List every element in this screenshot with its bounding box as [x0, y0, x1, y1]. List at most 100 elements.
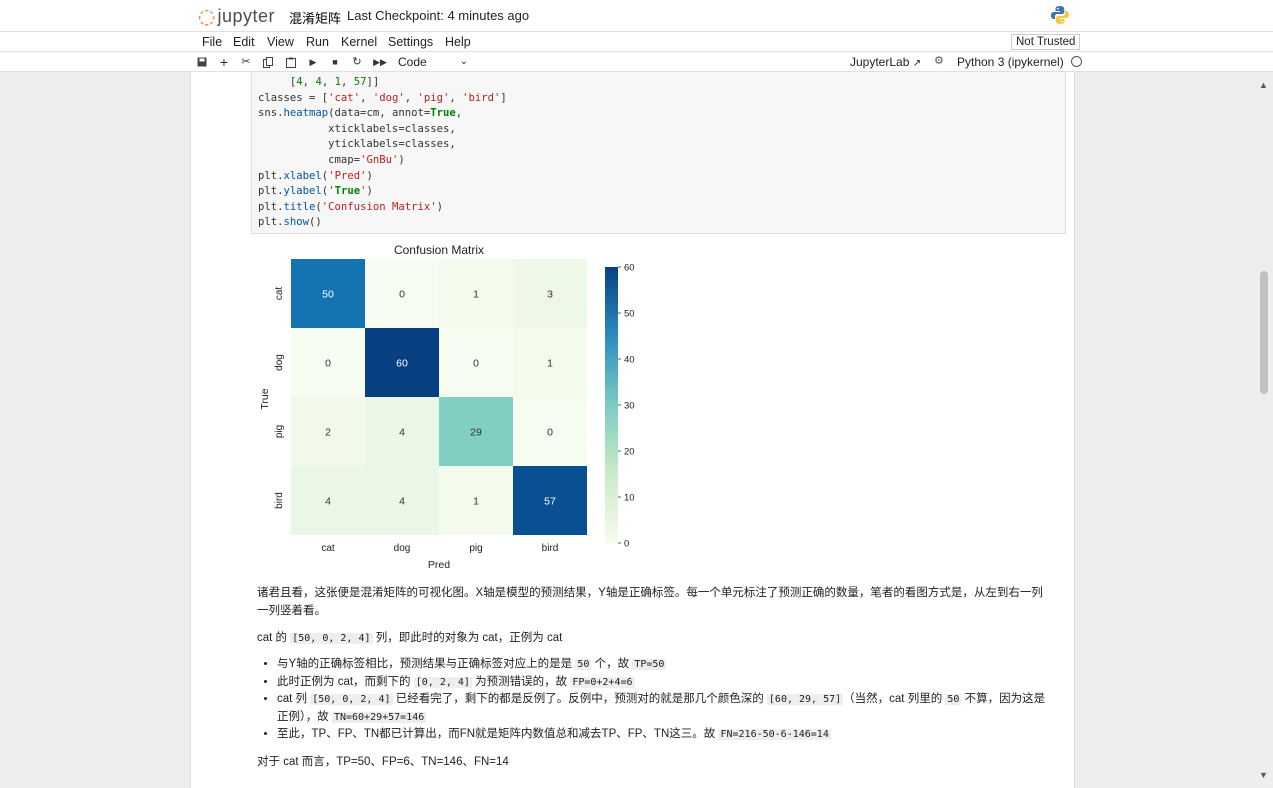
kernel-idle-icon — [1071, 56, 1082, 67]
jupyter-logo[interactable]: ◌ jupyter — [198, 4, 275, 28]
logo-text: jupyter — [217, 5, 275, 26]
menu-file[interactable]: File — [202, 35, 222, 49]
inline-code: TP=50 — [632, 659, 667, 670]
jupyter-logo-icon: ◌ — [198, 4, 216, 28]
cut-icon[interactable]: ✂ — [238, 54, 254, 70]
x-tick-label: bird — [542, 543, 559, 554]
inline-code: 50 — [575, 659, 592, 670]
cell-annotation: 4 — [399, 427, 405, 439]
list-item: 此时正例为 cat，而剩下的 [0, 2, 4] 为预测错误的，故 FP=0+2… — [277, 674, 1047, 692]
menu-kernel[interactable]: Kernel — [341, 35, 377, 49]
restart-icon[interactable]: ↻ — [349, 54, 365, 70]
scrollbar-thumb[interactable] — [1260, 271, 1268, 394]
menu-run[interactable]: Run — [306, 35, 329, 49]
inline-code: FP=0+2+4=6 — [570, 676, 635, 688]
chevron-down-icon: ⌄ — [459, 56, 468, 67]
inline-code: TN=60+29+57=146 — [331, 711, 427, 723]
text-span: cat 的 — [257, 632, 291, 644]
colorbar-ticks: 0 10 20 30 40 50 60 — [618, 263, 635, 550]
cell-type-select[interactable]: Code ⌄ — [398, 54, 470, 70]
text-span: （当然，cat 列里的 — [843, 693, 946, 705]
x-tick-label: cat — [321, 543, 335, 554]
cell-annotation: 4 — [325, 496, 331, 508]
menu-help[interactable]: Help — [445, 35, 471, 49]
menu-settings[interactable]: Settings — [388, 35, 433, 49]
colorbar — [605, 267, 618, 543]
colorbar-tick-label: 10 — [624, 493, 635, 504]
heatmap-cells: 50 0 1 3 0 60 0 1 2 4 29 0 4 4 1 57 — [291, 259, 587, 535]
x-axis-label: Pred — [428, 559, 450, 571]
summary-line: 对于 cat 而言，TP=50、FP=6、TN=146、FN=14 — [257, 755, 509, 768]
kernel-name[interactable]: Python 3 (ipykernel) — [957, 55, 1064, 69]
inline-code: [50, 0, 2, 4] — [310, 694, 393, 705]
code-cell[interactable]: [4, 4, 1, 57]] classes = ['cat', 'dog', … — [251, 72, 1066, 234]
cell-type-value: Code — [398, 55, 427, 69]
y-tick-label: bird — [274, 492, 285, 509]
y-tick-label: cat — [274, 287, 285, 301]
markdown-cell[interactable]: 诸君且看，这张便是混淆矩阵的可视化图。X轴是模型的预测结果，Y轴是正确标签。每一… — [257, 584, 1047, 771]
x-tick-label: dog — [394, 543, 411, 554]
colorbar-tick-label: 60 — [624, 263, 635, 274]
cell-annotation: 1 — [547, 358, 553, 370]
run-icon[interactable]: ▶ — [305, 54, 321, 70]
cell-annotation: 4 — [399, 496, 405, 508]
copy-icon[interactable] — [260, 54, 276, 70]
scroll-up-arrow-icon[interactable]: ▲ — [1259, 80, 1268, 90]
notebook-panel: [4, 4, 1, 57]] classes = ['cat', 'dog', … — [190, 72, 1075, 788]
open-jupyterlab-link[interactable]: JupyterLab ↗ — [850, 55, 921, 69]
intro-paragraph: 诸君且看，这张便是混淆矩阵的可视化图。X轴是模型的预测结果，Y轴是正确标签。每一… — [257, 587, 1043, 617]
text-span: 此时正例为 cat，而剩下的 — [277, 675, 414, 688]
python-logo-icon — [1051, 6, 1069, 24]
x-tick-label: pig — [469, 543, 482, 554]
checkpoint-status: Last Checkpoint: 4 minutes ago — [347, 8, 530, 23]
inline-code: FN=216-50-6-146=14 — [718, 729, 831, 740]
text-span: 个，故 — [591, 658, 633, 670]
list-item: cat 列 [50, 0, 2, 4] 已经看完了，剩下的都是反例了。反例中，预… — [277, 691, 1047, 726]
jupyterlab-label: JupyterLab — [850, 55, 910, 69]
text-span: 为预测错误的，故 — [471, 675, 571, 688]
list-item: 至此，TP、FP、TN都已计算出，而FN就是矩阵内数值总和减去TP、FP、TN这… — [277, 726, 1047, 744]
cell-annotation: 3 — [547, 289, 553, 301]
inline-code: 50 — [945, 694, 962, 705]
add-cell-icon[interactable]: + — [216, 54, 232, 70]
text-span: 已经看完了，剩下的都是反例了。反例中，预测对的就是那几个颜色深的 — [392, 693, 767, 705]
cell-annotation: 0 — [473, 358, 479, 370]
colorbar-tick-label: 40 — [624, 355, 635, 366]
inline-code: [60, 29, 57] — [766, 694, 844, 705]
list-item: 与Y轴的正确标签相比，预测结果与正确标签对应上的是是 50 个，故 TP=50 — [277, 656, 1047, 674]
text-span: 与Y轴的正确标签相比，预测结果与正确标签对应上的是是 — [277, 658, 576, 670]
save-icon[interactable] — [194, 54, 210, 70]
cell-annotation: 1 — [473, 289, 479, 301]
kernel-settings-icon[interactable]: ⚙ — [934, 54, 944, 67]
cell-annotation: 0 — [547, 427, 553, 439]
cell-annotation: 2 — [325, 427, 331, 439]
cell-annotation: 57 — [544, 496, 556, 508]
cell-annotation: 29 — [470, 427, 482, 439]
menu-view[interactable]: View — [267, 35, 294, 49]
header: ◌ jupyter 混淆矩阵 Last Checkpoint: 4 minute… — [0, 0, 1273, 31]
menu-edit[interactable]: Edit — [233, 35, 255, 49]
restart-run-all-icon[interactable]: ▶▶ — [372, 54, 388, 70]
cell-annotation: 50 — [322, 289, 334, 301]
text-span: 列，即此时的对象为 cat，正例为 cat — [372, 632, 563, 644]
menubar: File Edit View Run Kernel Settings Help … — [0, 31, 1273, 52]
toolbar: + ✂ ▶ ■ ↻ ▶▶ Code ⌄ JupyterLab ↗ ⚙ Pytho… — [0, 52, 1273, 72]
text-span: cat 列 — [277, 693, 311, 705]
cell-annotation: 0 — [325, 358, 331, 370]
x-tick-labels: cat dog pig bird — [321, 543, 558, 554]
code-editor[interactable]: [4, 4, 1, 57]] classes = ['cat', 'dog', … — [252, 72, 1065, 234]
cell-annotation: 0 — [399, 289, 405, 301]
trust-status-button[interactable]: Not Trusted — [1011, 34, 1081, 50]
y-tick-labels: cat dog pig bird — [274, 287, 285, 509]
y-axis-label: True — [259, 388, 271, 409]
scroll-down-arrow-icon[interactable]: ▼ — [1259, 770, 1268, 780]
inline-code: [50, 0, 2, 4] — [290, 633, 373, 644]
paste-icon[interactable] — [283, 54, 299, 70]
notebook-name[interactable]: 混淆矩阵 — [289, 8, 341, 27]
bullet-list: 与Y轴的正确标签相比，预测结果与正确标签对应上的是是 50 个，故 TP=50 … — [257, 656, 1047, 744]
colorbar-tick-label: 20 — [624, 447, 635, 458]
confusion-matrix-heatmap: Confusion Matrix 50 0 1 30 60 0 12 4 29 04 4 1 57 ca… — [259, 243, 635, 571]
vertical-scrollbar[interactable]: ▲ ▼ — [1256, 72, 1272, 788]
y-tick-label: pig — [274, 425, 285, 438]
stop-icon[interactable]: ■ — [327, 54, 343, 70]
